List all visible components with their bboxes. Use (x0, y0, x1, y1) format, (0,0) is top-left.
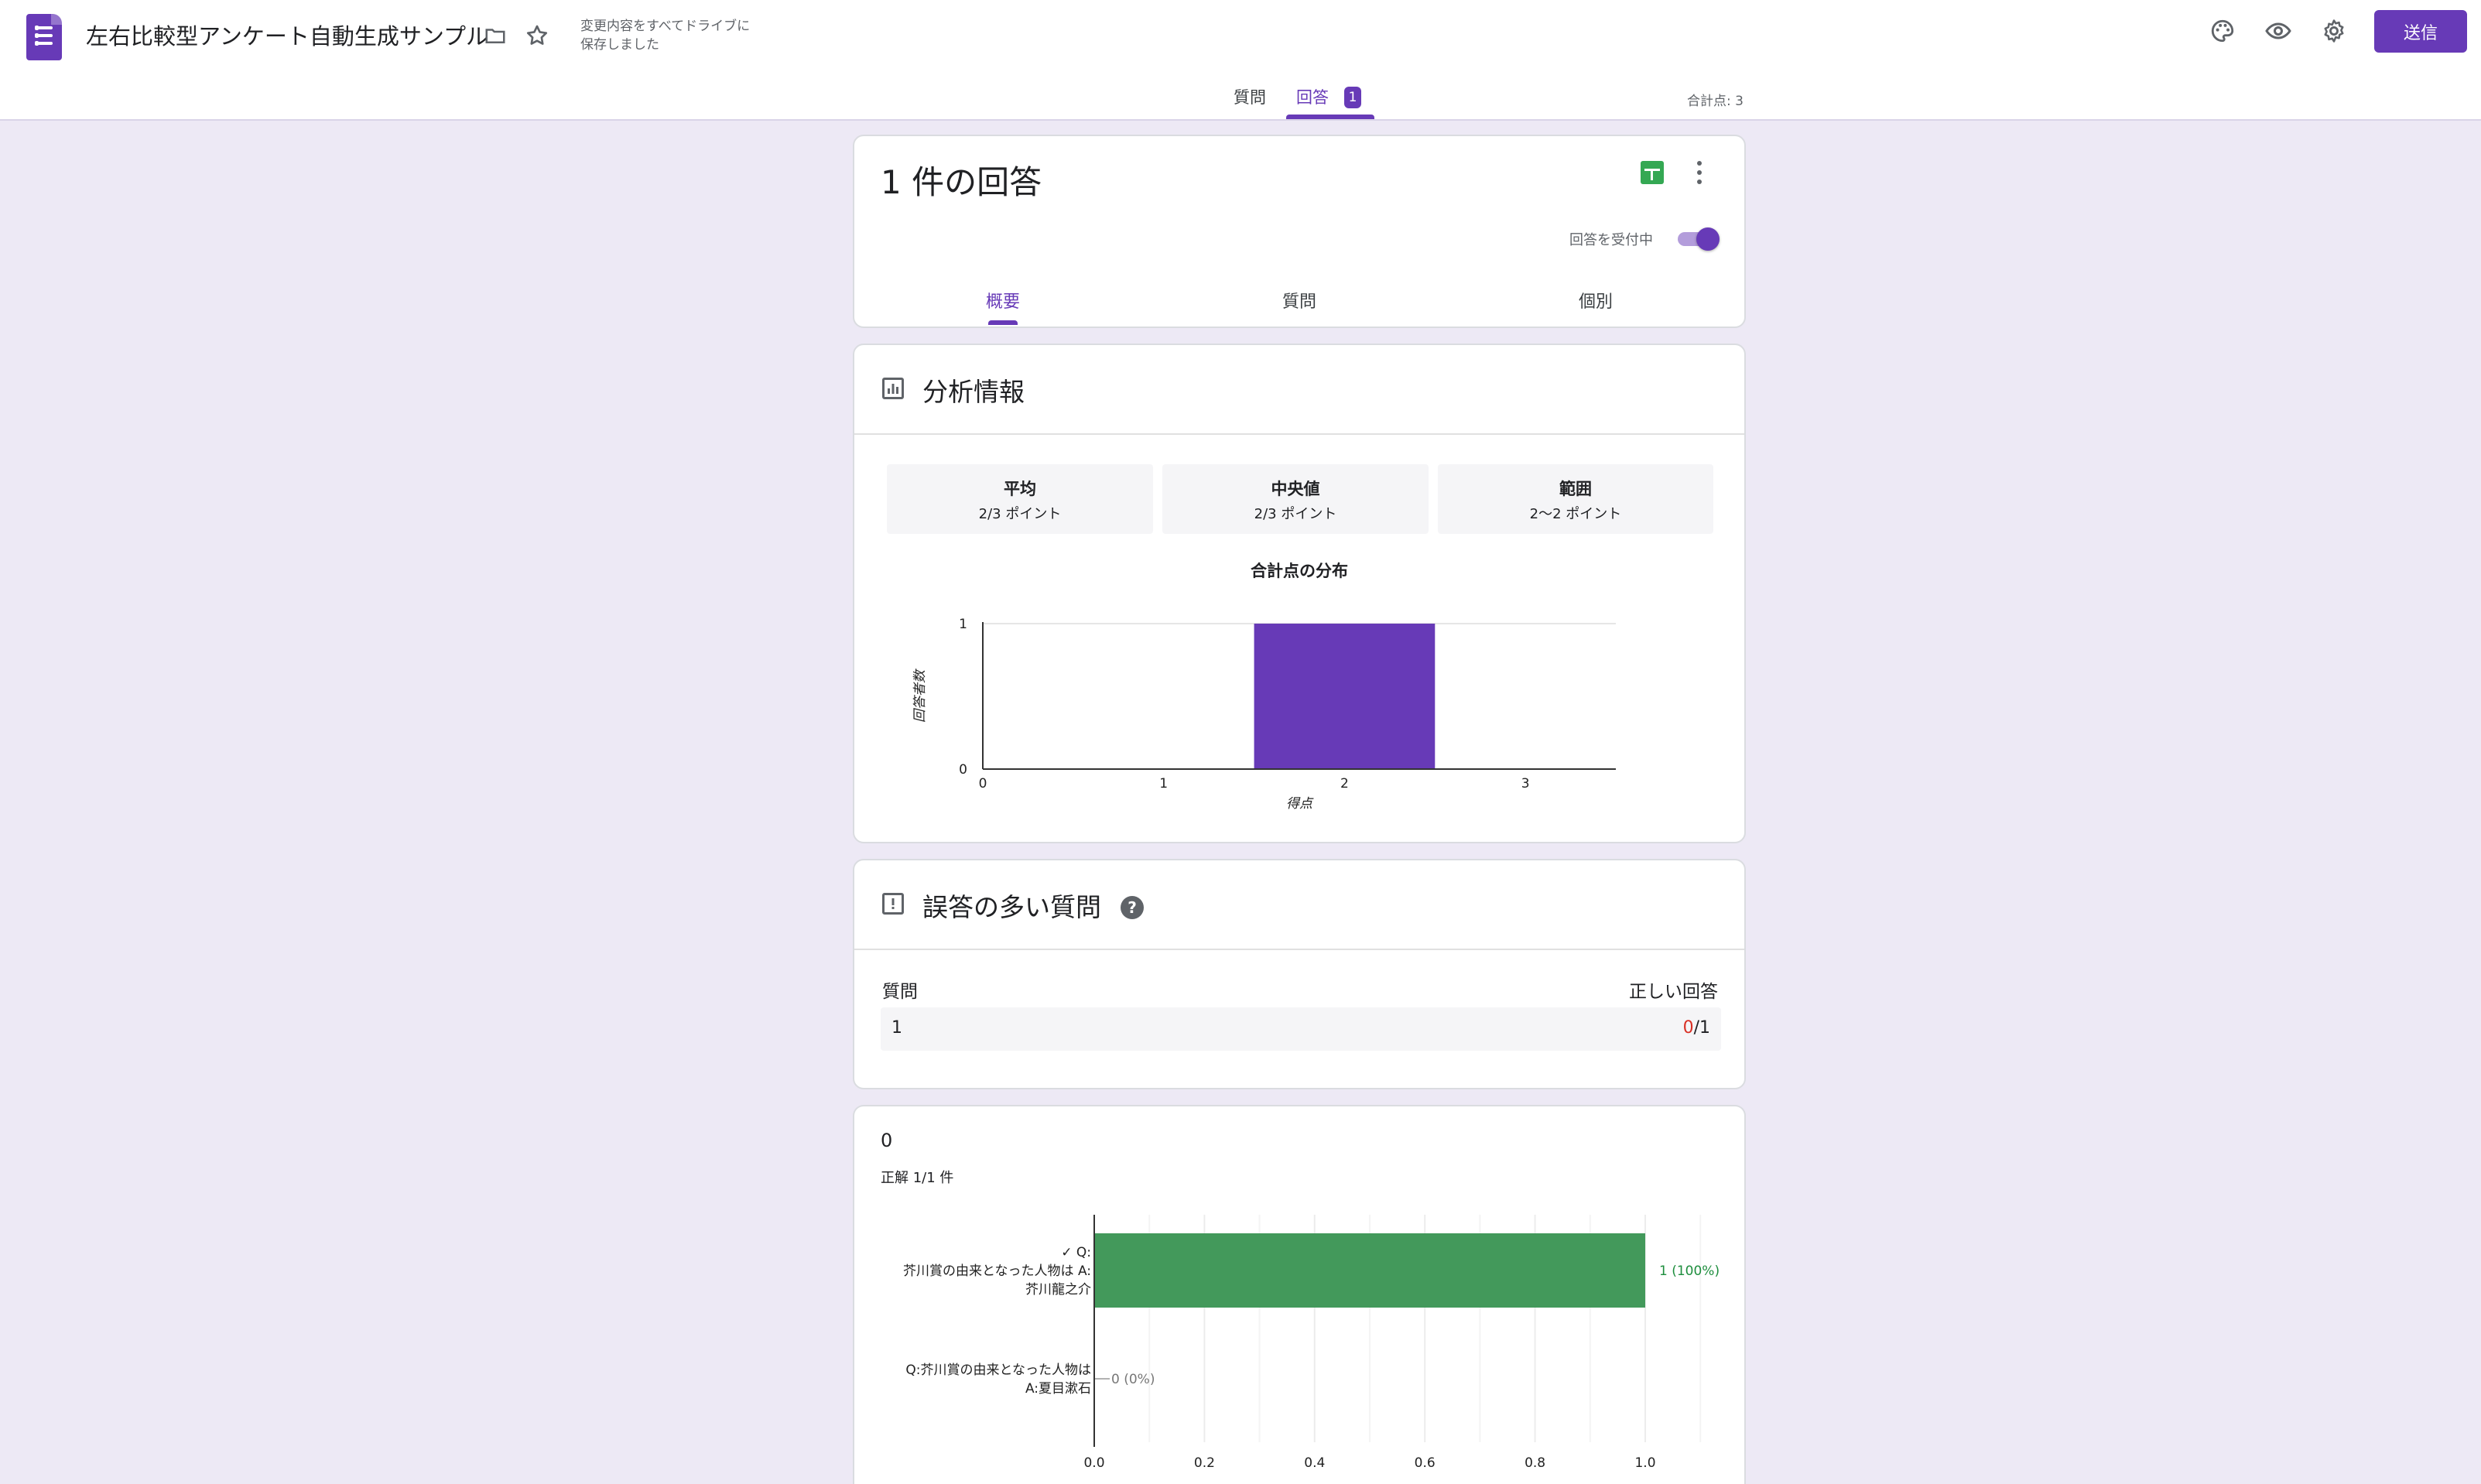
responses-count-badge: 1 (1344, 87, 1361, 108)
y-tick-label: 1 (959, 617, 967, 632)
tab-active-indicator (1286, 115, 1374, 119)
subtab-question[interactable]: 質問 (1282, 288, 1316, 313)
x-tick-label: 0.8 (1525, 1455, 1545, 1471)
bar-data-label: 1 (100%) (1659, 1263, 1720, 1279)
palette-icon[interactable] (2206, 14, 2240, 48)
insights-card: 分析情報 平均 2/3 ポイント 中央値 2/3 ポイント 範囲 2〜2 ポイン… (853, 344, 1746, 843)
total-points: 合計点: 3 (1687, 94, 1744, 109)
x-tick-label: 2 (1340, 776, 1349, 792)
answer-bar-chart: 0.0 0.2 0.4 0.6 0.8 1.0 1 (100%) ✓ Q:芥川賞の由来となった… (903, 1215, 1720, 1471)
table-row[interactable]: 1 0/1 (881, 1007, 1721, 1051)
star-icon[interactable] (520, 19, 554, 53)
accepting-responses-toggle[interactable] (1675, 227, 1720, 251)
bar-data-label: 0 (0%) (1111, 1372, 1155, 1387)
answer-bar-0 (1094, 1233, 1645, 1308)
x-tick-label: 1 (1159, 776, 1168, 792)
stat-range: 範囲 2〜2 ポイント (1438, 464, 1713, 534)
category-label: Q:芥川賞の由来となった人物は A:夏目漱石 (905, 1363, 1091, 1397)
y-axis-label: 回答者数 (912, 668, 928, 723)
y-tick-label: 0 (959, 762, 967, 778)
sheets-icon[interactable] (1641, 161, 1664, 184)
stat-median: 中央値 2/3 ポイント (1162, 464, 1429, 534)
x-tick-label: 3 (1521, 776, 1530, 792)
send-button[interactable]: 送信 (2374, 10, 2467, 53)
col-correct-header: 正しい回答 (1629, 982, 1718, 1002)
folder-icon[interactable] (478, 19, 512, 53)
question-correct-summary: 正解 1/1 件 (881, 1170, 954, 1186)
response-count-title: 1 件の回答 (881, 163, 1042, 201)
col-question-header: 質問 (882, 982, 918, 1002)
score-distribution-chart: 0 1 2 3 0 1 得点 回答者数 (912, 617, 1616, 812)
x-axis-label: 得点 (1286, 796, 1314, 812)
question-result-card: 0 正解 1/1 件 0.0 0.2 0.4 0.6 0.8 1.0 1 (100%) ✓ Q… (853, 1105, 1746, 1484)
x-tick-label: 0.2 (1194, 1455, 1215, 1471)
insights-chart-icon (882, 378, 904, 399)
tab-responses[interactable]: 回答 (1296, 85, 1329, 108)
missed-header: 誤答の多い質問 ? (854, 860, 1744, 950)
row-correct: 0/1 (1682, 1018, 1710, 1038)
top-bar: 左右比較型アンケート自動生成サンプル 変更内容をすべてドライブに 保存しました … (0, 0, 2481, 121)
histogram-bar-2 (1254, 624, 1436, 769)
x-tick-label: 0 (979, 776, 987, 792)
row-question: 1 (891, 1018, 902, 1038)
insights-title: 分析情報 (922, 377, 1025, 407)
category-label: ✓ Q:芥川賞の由来となった人物は A:芥川龍之介 (903, 1245, 1091, 1298)
subtab-summary[interactable]: 概要 (986, 288, 1020, 313)
forms-logo-icon[interactable] (26, 14, 62, 60)
x-tick-label: 1.0 (1634, 1455, 1655, 1471)
subtab-individual[interactable]: 個別 (1579, 288, 1613, 313)
x-tick-label: 0.0 (1083, 1455, 1104, 1471)
help-icon[interactable]: ? (1121, 896, 1144, 919)
x-tick-label: 0.6 (1415, 1455, 1436, 1471)
subtab-active-indicator (988, 320, 1018, 325)
insights-header: 分析情報 (854, 345, 1744, 435)
tab-questions[interactable]: 質問 (1234, 85, 1266, 108)
gear-icon[interactable] (2317, 14, 2351, 48)
eye-icon[interactable] (2261, 14, 2295, 48)
form-title[interactable]: 左右比較型アンケート自動生成サンプル (86, 19, 488, 51)
distribution-chart-title: 合計点の分布 (1251, 562, 1348, 580)
missed-title: 誤答の多い質問 (922, 892, 1101, 922)
x-tick-label: 0.4 (1304, 1455, 1325, 1471)
alert-clipboard-icon (882, 893, 904, 915)
accepting-responses-label: 回答を受付中 (1569, 232, 1653, 248)
responses-summary-card: 1 件の回答 回答を受付中 概要 質問 個別 (853, 135, 1746, 328)
saved-status: 変更内容をすべてドライブに 保存しました (580, 19, 751, 53)
more-options-icon[interactable] (1695, 161, 1704, 184)
missed-questions-card: 誤答の多い質問 ? 質問 正しい回答 1 0/1 (853, 859, 1746, 1089)
stat-average: 平均 2/3 ポイント (887, 464, 1153, 534)
question-title: 0 (881, 1130, 893, 1151)
